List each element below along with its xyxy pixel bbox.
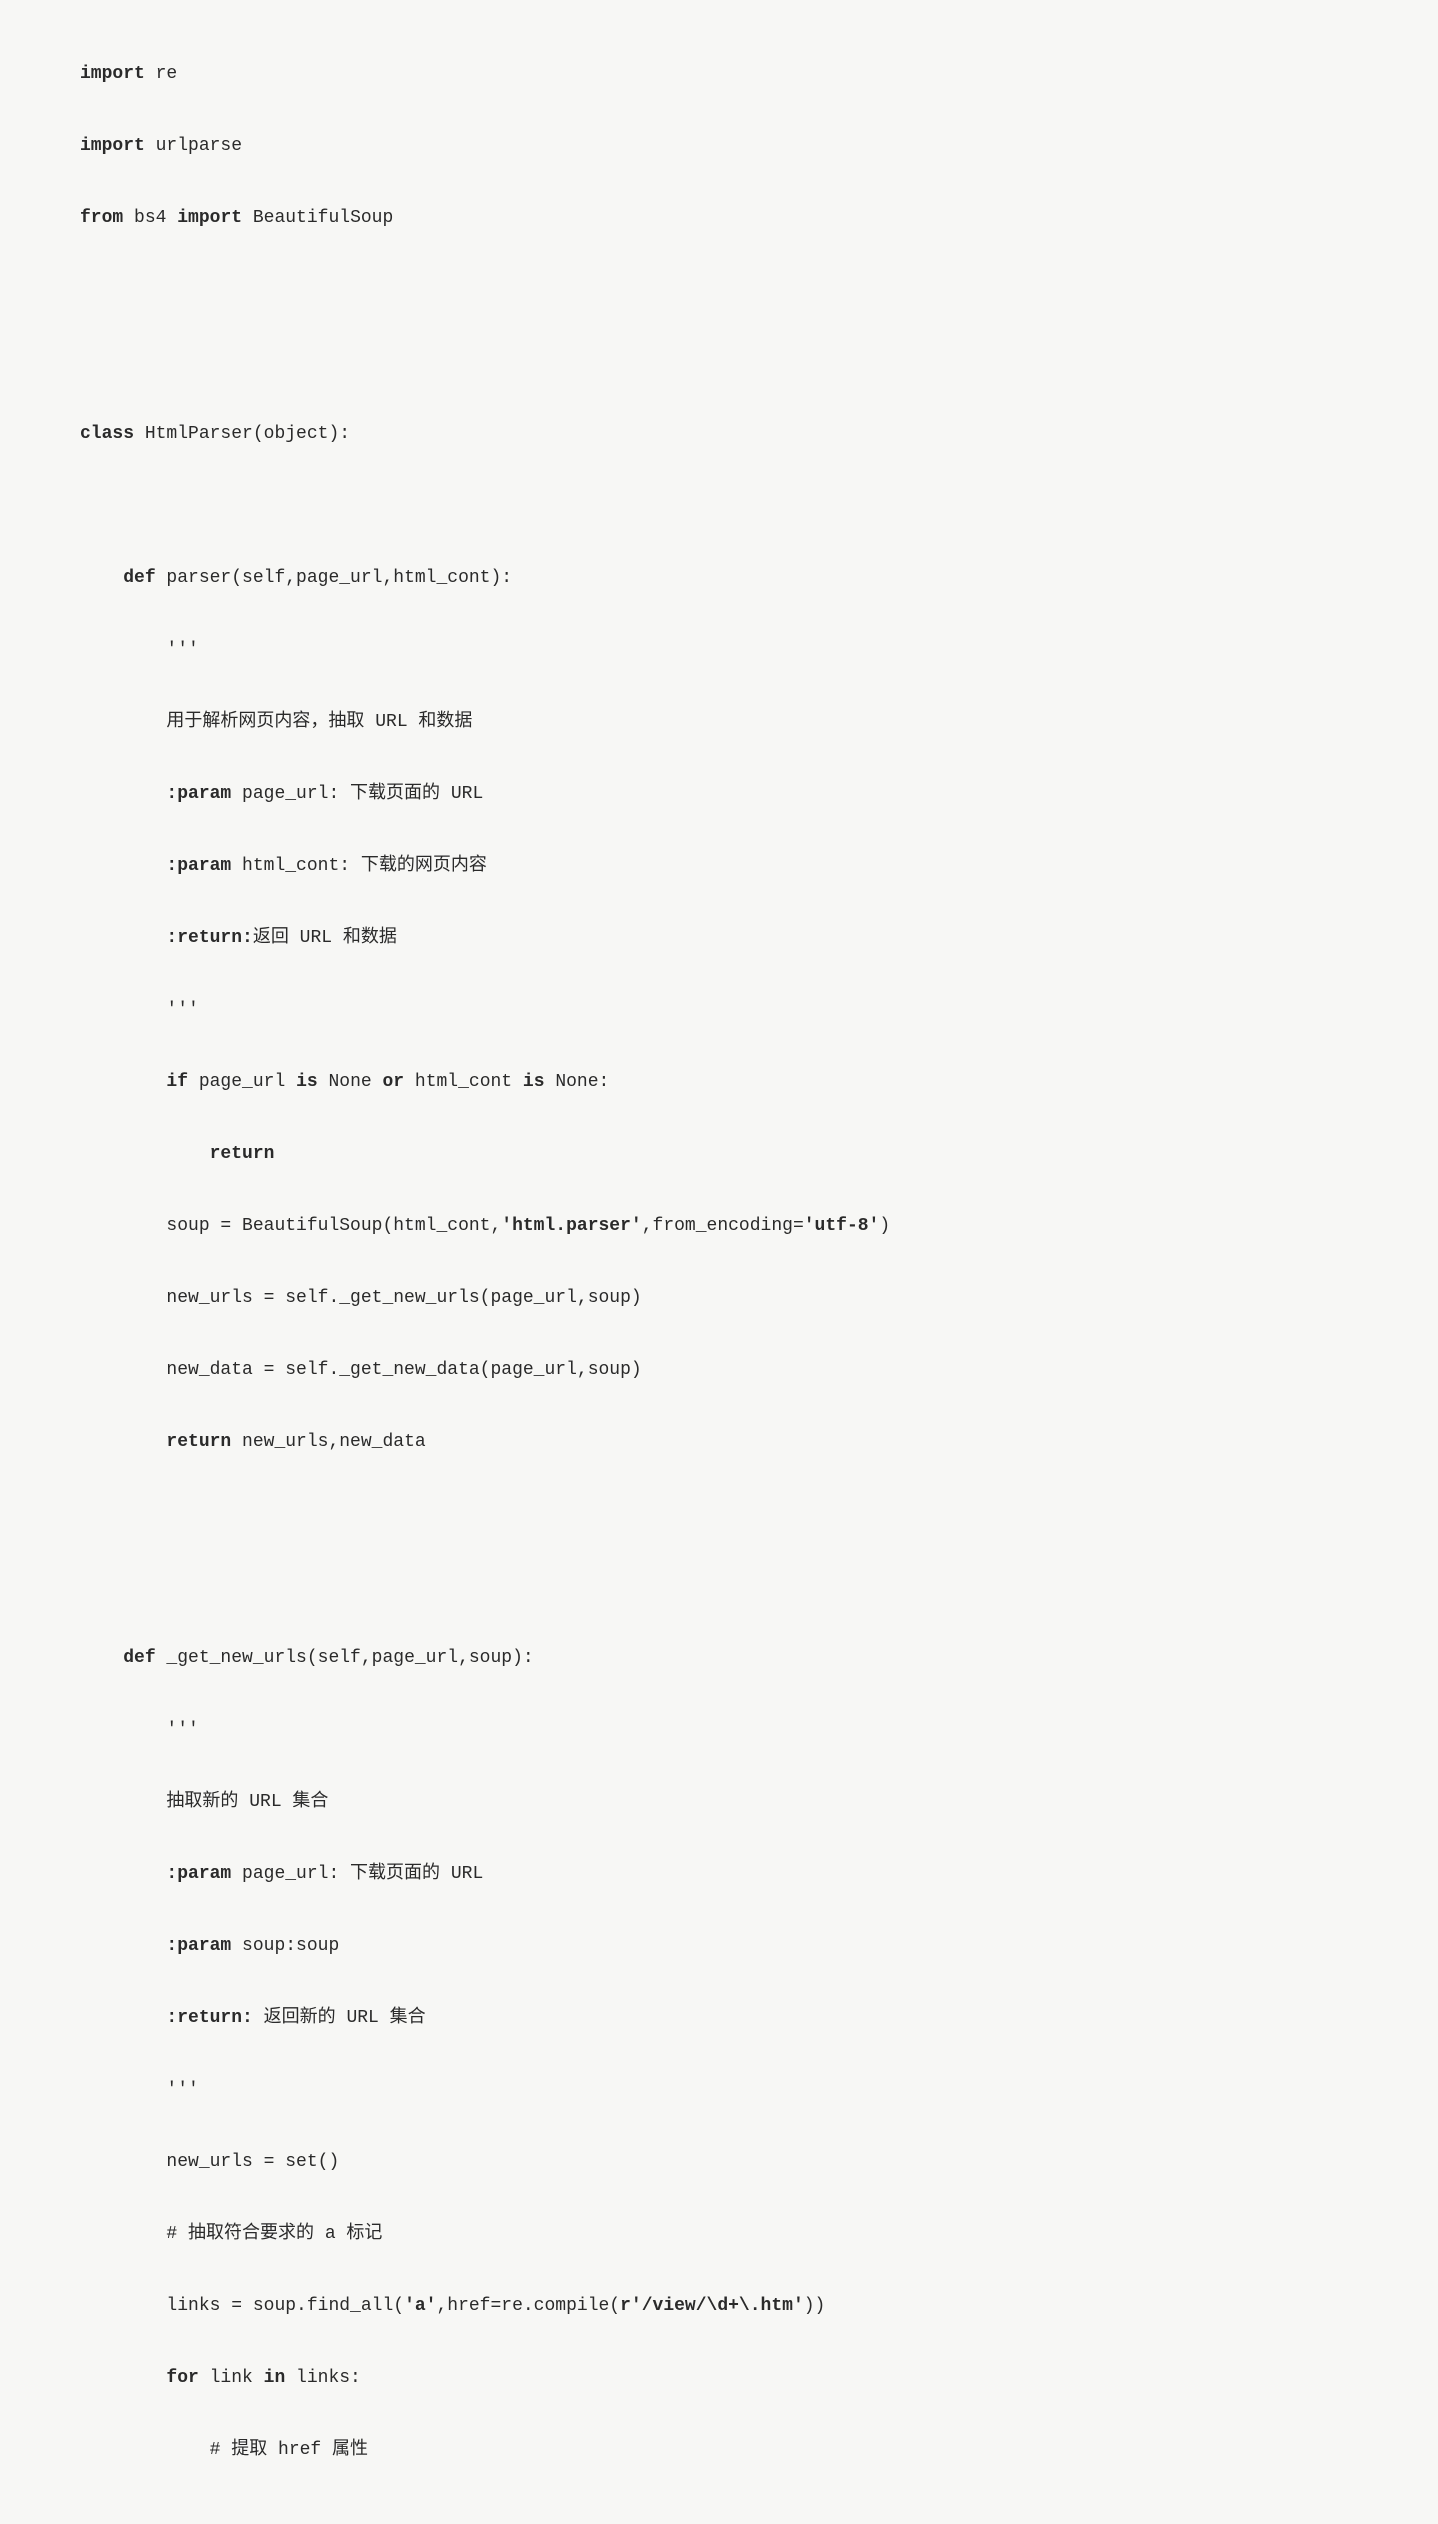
code-text: ,from_encoding= — [642, 1216, 804, 1236]
keyword: import — [80, 64, 145, 84]
code-block: import re import urlparse from bs4 impor… — [80, 20, 1358, 2504]
code-text: ,href=re.compile( — [436, 2296, 620, 2316]
keyword: def — [123, 568, 155, 588]
string-literal: 'utf-8' — [804, 1216, 880, 1236]
code-line: :param page_url: 下载页面的 URL — [80, 776, 1358, 812]
keyword: is — [523, 1072, 545, 1092]
blank-line — [80, 1568, 1358, 1604]
code-line: 用于解析网页内容，抽取 URL 和数据 — [80, 704, 1358, 740]
code-text: links = soup.find_all( — [166, 2296, 404, 2316]
string-literal: r'/view/\d+\.htm' — [620, 2296, 804, 2316]
code-line: :param soup:soup — [80, 1928, 1358, 1964]
return-tag: :return: — [166, 2008, 252, 2028]
code-text: soup = BeautifulSoup(html_cont, — [166, 1216, 501, 1236]
code-line: return new_urls,new_data — [80, 1424, 1358, 1460]
code-line: new_urls = set() — [80, 2144, 1358, 2180]
code-text: None — [318, 1072, 383, 1092]
docstring: page_url: 下载页面的 URL — [231, 1864, 483, 1884]
code-line: ''' — [80, 1712, 1358, 1748]
code-text: None: — [545, 1072, 610, 1092]
keyword: import — [177, 208, 242, 228]
code-text: _get_new_urls(self,page_url,soup): — [156, 1648, 534, 1668]
code-line: def parser(self,page_url,html_cont): — [80, 560, 1358, 596]
docstring: 返回新的 URL 集合 — [253, 2008, 426, 2028]
blank-line — [80, 344, 1358, 380]
keyword: from — [80, 208, 123, 228]
keyword: return — [210, 1144, 275, 1164]
code-text: parser(self,page_url,html_cont): — [156, 568, 512, 588]
code-text: HtmlParser(object): — [134, 424, 350, 444]
keyword: for — [166, 2368, 198, 2388]
code-line: :param html_cont: 下载的网页内容 — [80, 848, 1358, 884]
code-line: import urlparse — [80, 128, 1358, 164]
comment: # 提取 href 属性 — [210, 2440, 368, 2460]
code-text: urlparse — [145, 136, 242, 156]
code-line: return — [80, 1136, 1358, 1172]
docstring: html_cont: 下载的网页内容 — [231, 856, 487, 876]
code-text: )) — [804, 2296, 826, 2316]
keyword: or — [382, 1072, 404, 1092]
code-line: :return: 返回新的 URL 集合 — [80, 2000, 1358, 2036]
code-line: class HtmlParser(object): — [80, 416, 1358, 452]
keyword: if — [166, 1072, 188, 1092]
code-line: # 抽取符合要求的 a 标记 — [80, 2216, 1358, 2252]
code-text: new_urls = set() — [166, 2152, 339, 2172]
code-line: from bs4 import BeautifulSoup — [80, 200, 1358, 236]
docstring: 用于解析网页内容，抽取 URL 和数据 — [166, 712, 472, 732]
code-text: bs4 — [123, 208, 177, 228]
code-text: new_urls = self._get_new_urls(page_url,s… — [166, 1288, 641, 1308]
keyword: class — [80, 424, 134, 444]
docstring: 返回 URL 和数据 — [253, 928, 397, 948]
code-line: soup = BeautifulSoup(html_cont,'html.par… — [80, 1208, 1358, 1244]
keyword: import — [80, 136, 145, 156]
param-tag: :param — [166, 1936, 231, 1956]
return-tag: :return: — [166, 928, 252, 948]
code-text: re — [145, 64, 177, 84]
keyword: def — [123, 1648, 155, 1668]
code-line: new_data = self._get_new_data(page_url,s… — [80, 1352, 1358, 1388]
string-literal: 'html.parser' — [501, 1216, 641, 1236]
code-line: for link in links: — [80, 2360, 1358, 2396]
code-text: page_url — [188, 1072, 296, 1092]
keyword: return — [166, 1432, 231, 1452]
code-line: # 提取 href 属性 — [80, 2432, 1358, 2468]
code-text: ) — [879, 1216, 890, 1236]
docstring: ''' — [166, 2080, 198, 2100]
code-line: ''' — [80, 992, 1358, 1028]
docstring: soup:soup — [231, 1936, 339, 1956]
code-line: :param page_url: 下载页面的 URL — [80, 1856, 1358, 1892]
docstring: page_url: 下载页面的 URL — [231, 784, 483, 804]
param-tag: :param — [166, 856, 231, 876]
code-line: ''' — [80, 2072, 1358, 2108]
code-line: if page_url is None or html_cont is None… — [80, 1064, 1358, 1100]
code-line: import re — [80, 56, 1358, 92]
string-literal: 'a' — [404, 2296, 436, 2316]
blank-line — [80, 272, 1358, 308]
code-text: html_cont — [404, 1072, 523, 1092]
param-tag: :param — [166, 784, 231, 804]
code-text: new_urls,new_data — [231, 1432, 425, 1452]
code-line: def _get_new_urls(self,page_url,soup): — [80, 1640, 1358, 1676]
keyword: in — [264, 2368, 286, 2388]
code-line: new_urls = self._get_new_urls(page_url,s… — [80, 1280, 1358, 1316]
blank-line — [80, 1496, 1358, 1532]
code-text: links: — [285, 2368, 361, 2388]
code-line: ''' — [80, 632, 1358, 668]
code-line: :return:返回 URL 和数据 — [80, 920, 1358, 956]
code-text: link — [199, 2368, 264, 2388]
code-line: 抽取新的 URL 集合 — [80, 1784, 1358, 1820]
docstring: ''' — [166, 1720, 198, 1740]
code-text: new_data = self._get_new_data(page_url,s… — [166, 1360, 641, 1380]
keyword: is — [296, 1072, 318, 1092]
param-tag: :param — [166, 1864, 231, 1884]
docstring: ''' — [166, 1000, 198, 1020]
comment: # 抽取符合要求的 a 标记 — [166, 2224, 382, 2244]
docstring: 抽取新的 URL 集合 — [166, 1792, 328, 1812]
docstring: ''' — [166, 640, 198, 660]
code-text: BeautifulSoup — [242, 208, 393, 228]
blank-line — [80, 488, 1358, 524]
code-line: links = soup.find_all('a',href=re.compil… — [80, 2288, 1358, 2324]
